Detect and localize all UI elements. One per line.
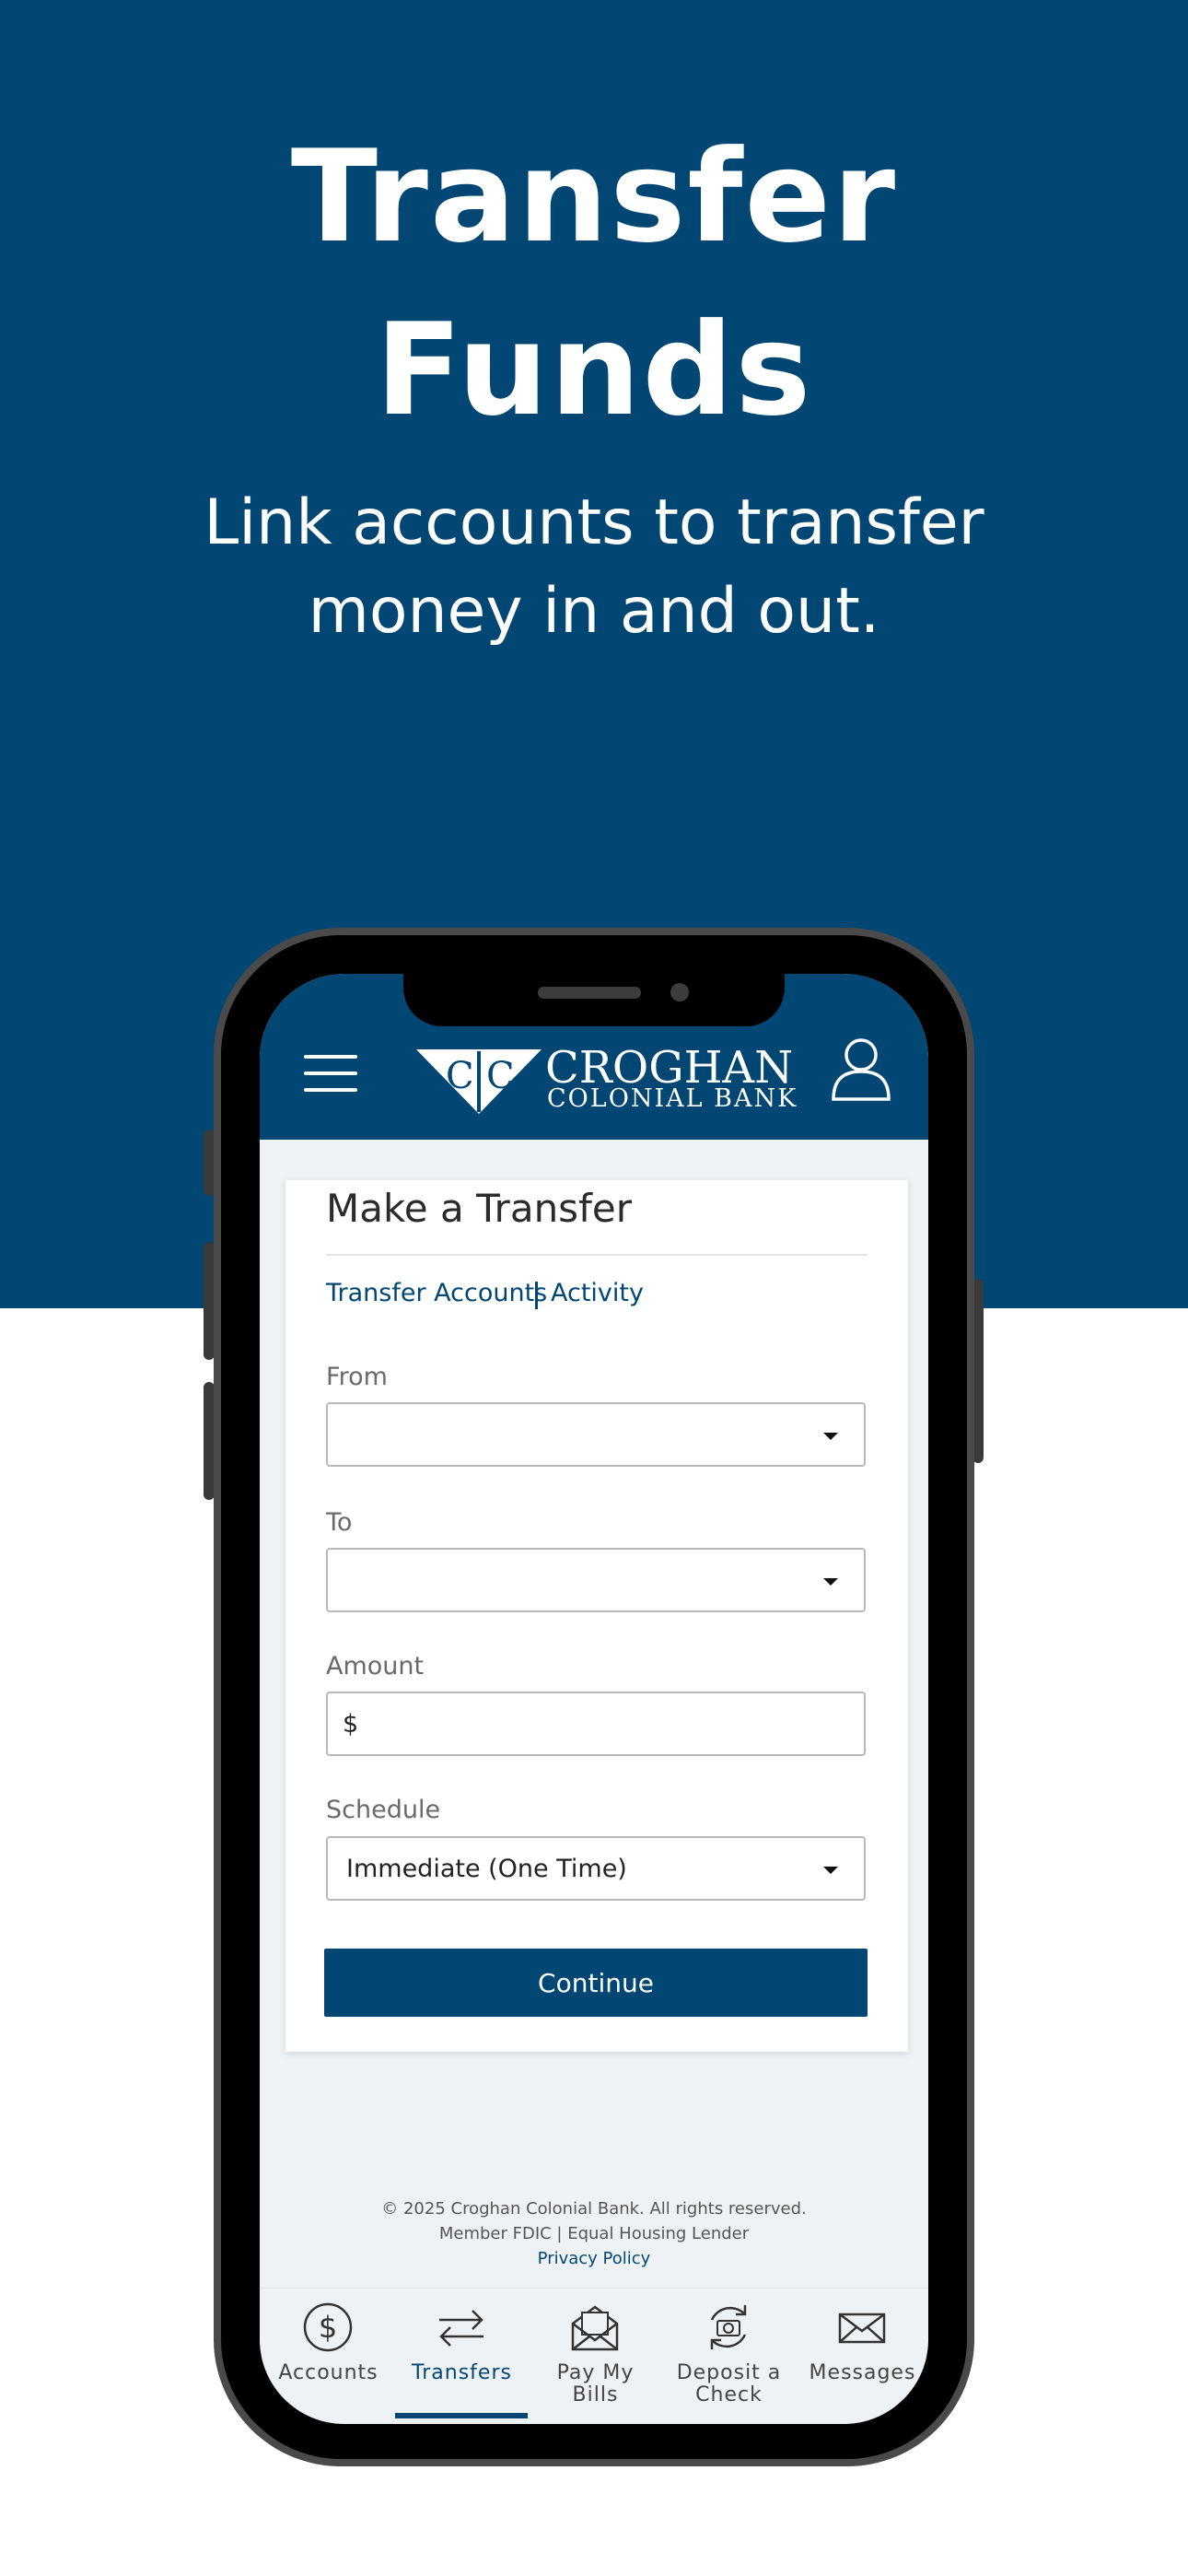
to-select[interactable] — [326, 1548, 866, 1612]
tab-separator — [535, 1282, 538, 1309]
tab-transfers-label-line-1: Transfers — [412, 2361, 512, 2384]
tab-accounts-label-line-1: Accounts — [278, 2361, 379, 2384]
tab-messages[interactable]: Messages — [796, 2289, 928, 2424]
svg-text:$: $ — [319, 2310, 337, 2345]
footer-privacy-row: Privacy Policy — [260, 2249, 928, 2268]
tab-activity[interactable]: Activity — [551, 1279, 644, 1307]
logo-subtitle: COLONIAL BANK — [547, 1084, 798, 1113]
tab-deposit-a-check[interactable]: Deposit a Check — [662, 2289, 796, 2424]
currency-prefix: $ — [343, 1710, 359, 1739]
bank-logo-icon: C C — [416, 1049, 542, 1114]
transfer-card: Make a Transfer Transfer Accounts Activi… — [285, 1180, 908, 2052]
tab-deposit-a-check-label: Deposit a Check — [662, 2362, 796, 2406]
app-header: C C CROGHAN COLONIAL BANK — [260, 974, 928, 1140]
chevron-down-icon — [823, 1578, 838, 1586]
hero-title-line-1: Transfer — [290, 123, 898, 271]
tab-transfer-accounts[interactable]: Transfer Accounts — [326, 1279, 547, 1307]
profile-icon[interactable] — [831, 1036, 891, 1101]
footer-member: Member FDIC | Equal Housing Lender — [438, 2224, 750, 2243]
chevron-down-icon — [823, 1433, 838, 1440]
tab-pay-my-bills-label: Pay My Bills — [529, 2362, 662, 2406]
hero-title: Transfer Funds — [0, 111, 1188, 457]
hero-title-line-2: Funds — [375, 296, 813, 444]
bottom-tab-bar: $ Accounts Transfers Pay My Bills Deposi… — [260, 2288, 928, 2424]
phone-notch — [403, 974, 785, 1026]
tab-pay-my-bills[interactable]: Pay My Bills — [529, 2289, 662, 2424]
tab-messages-label-line-1: Messages — [809, 2361, 916, 2384]
privacy-policy-link[interactable]: Privacy Policy — [538, 2249, 651, 2268]
tab-pay-my-bills-label-line-1: Pay My — [556, 2361, 635, 2384]
amount-input[interactable]: $ — [326, 1692, 866, 1756]
tab-accounts-label: Accounts — [262, 2362, 395, 2384]
logo-letters: C — [446, 1055, 474, 1097]
hero-subtitle: Link accounts to transfer money in and o… — [0, 479, 1188, 656]
mail-icon — [838, 2313, 886, 2344]
phone-screen: C C CROGHAN COLONIAL BANK Make a Transfe… — [260, 974, 928, 2424]
transfer-arrows-icon — [439, 2310, 483, 2347]
tab-pay-my-bills-label-line-2: Bills — [572, 2383, 619, 2406]
title-divider — [326, 1254, 868, 1256]
camera-refresh-icon — [710, 2305, 747, 2349]
schedule-value: Immediate (One Time) — [346, 1855, 627, 1883]
chevron-down-icon — [823, 1867, 838, 1874]
amount-label: Amount — [326, 1652, 425, 1680]
menu-icon[interactable] — [304, 1055, 357, 1095]
tab-accounts[interactable]: $ Accounts — [262, 2289, 395, 2424]
schedule-select[interactable]: Immediate (One Time) — [326, 1836, 866, 1901]
tab-transfers[interactable]: Transfers — [395, 2289, 529, 2424]
continue-button[interactable]: Continue — [324, 1949, 868, 2017]
page-title: Make a Transfer — [326, 1186, 632, 1231]
tab-transfers-label: Transfers — [395, 2362, 529, 2384]
hero-subtitle-line-1: Link accounts to transfer — [204, 486, 984, 559]
to-label: To — [326, 1508, 353, 1537]
envelope-bill-icon — [571, 2305, 619, 2351]
active-tab-indicator — [395, 2413, 528, 2418]
schedule-label: Schedule — [326, 1796, 441, 1824]
hero-subtitle-line-2: money in and out. — [308, 575, 880, 648]
dollar-circle-icon: $ — [303, 2302, 353, 2352]
svg-text:C: C — [486, 1055, 515, 1097]
from-select[interactable] — [326, 1402, 866, 1467]
from-label: From — [326, 1363, 388, 1391]
phone-camera — [670, 983, 689, 1001]
footer-copyright: © 2025 Croghan Colonial Bank. All rights… — [381, 2199, 807, 2219]
tab-deposit-a-check-label-line-2: Check — [695, 2383, 763, 2406]
phone-speaker — [538, 987, 641, 999]
tab-messages-label: Messages — [796, 2362, 928, 2384]
tab-deposit-a-check-label-line-1: Deposit a — [676, 2361, 782, 2384]
